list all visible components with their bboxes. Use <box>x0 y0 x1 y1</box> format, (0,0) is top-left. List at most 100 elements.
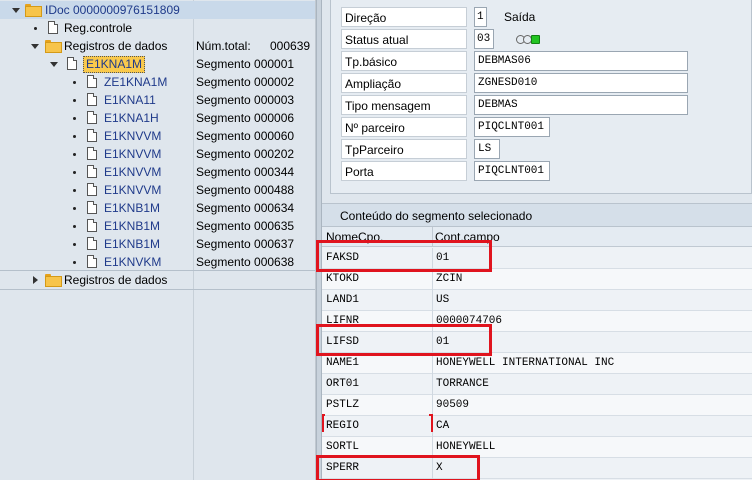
idoc-tree: IDoc 0000000976151809 Reg.controle Regis… <box>0 0 316 480</box>
segment-label: E1KNVVM <box>104 129 162 143</box>
bullet-icon <box>73 171 76 174</box>
bullet-icon <box>73 243 76 246</box>
tree-node-e1kna1m[interactable]: E1KNA1M Segmento 000001 <box>0 55 315 73</box>
table-row[interactable]: NAME1 HONEYWELL INTERNATIONAL INC <box>322 353 752 374</box>
bullet-icon <box>73 81 76 84</box>
bullet-icon <box>34 27 37 30</box>
segment-number: Segmento 000488 <box>196 183 295 197</box>
tree-node-segment[interactable]: E1KNA11 Segmento 000003 <box>0 91 315 109</box>
tree-node-reg-controle[interactable]: Reg.controle <box>0 19 315 37</box>
document-icon <box>87 183 97 196</box>
segment-number: Segmento 000003 <box>196 93 295 107</box>
segment-label: E1KNB1M <box>104 219 161 233</box>
bullet-icon <box>73 225 76 228</box>
status-label: Status atual <box>341 29 467 49</box>
segment-number: Segmento 000634 <box>196 201 295 215</box>
table-row[interactable]: PSTLZ 90509 <box>322 395 752 416</box>
porta-label: Porta <box>341 161 467 181</box>
highlight-sperr <box>316 455 480 480</box>
document-icon <box>67 57 77 70</box>
bullet-icon <box>73 153 76 156</box>
tree-node-segment[interactable]: ZE1KNA1M Segmento 000002 <box>0 73 315 91</box>
segment-label: E1KNB1M <box>104 237 161 251</box>
document-icon <box>87 201 97 214</box>
idoc-header-panel: Direção 1 Saída Status atual 03 Tp.básic… <box>322 0 752 196</box>
parceiro-label: Nº parceiro <box>341 117 467 137</box>
field-name: REGIO <box>326 420 360 432</box>
tree-node-segment[interactable]: E1KNA1H Segmento 000006 <box>0 109 315 127</box>
folder-icon <box>45 274 62 287</box>
tp-basico-field[interactable]: DEBMAS06 <box>474 51 688 71</box>
num-total-value: 000639 <box>270 39 311 53</box>
header-box: Direção 1 Saída Status atual 03 Tp.básic… <box>330 0 752 194</box>
document-icon <box>48 21 58 34</box>
reg-controle-label: Reg.controle <box>64 21 133 35</box>
tree-node-registros-de-dados[interactable]: Registros de dados Núm.total: 000639 <box>0 37 315 55</box>
bullet-icon <box>73 135 76 138</box>
tree-divider <box>0 289 315 290</box>
table-row[interactable]: ORT01 TORRANCE <box>322 374 752 395</box>
segment-number: Segmento 000638 <box>196 255 295 269</box>
registros-label-2: Registros de dados <box>64 273 168 287</box>
tipo-mensagem-label: Tipo mensagem <box>341 95 467 115</box>
field-value: HONEYWELL INTERNATIONAL INC <box>432 353 614 374</box>
status-lights-icon <box>516 35 556 45</box>
segment-number: Segmento 000202 <box>196 147 295 161</box>
direcao-text: Saída <box>504 10 536 24</box>
tree-node-segment[interactable]: E1KNVKM Segmento 000638 <box>0 253 315 271</box>
tree-node-idoc-root[interactable]: IDoc 0000000976151809 <box>0 1 315 19</box>
highlight-regio-corner <box>322 414 325 432</box>
tree-node-segment[interactable]: E1KNB1M Segmento 000635 <box>0 217 315 235</box>
porta-field[interactable]: PIQCLNT001 <box>474 161 550 181</box>
field-value: ZCIN <box>432 269 462 290</box>
tree-node-segment[interactable]: E1KNVVM Segmento 000344 <box>0 163 315 181</box>
bullet-icon <box>73 117 76 120</box>
highlight-faksd <box>316 240 492 272</box>
tree-node-segment[interactable]: E1KNVVM Segmento 000202 <box>0 145 315 163</box>
bullet-icon <box>73 189 76 192</box>
table-row[interactable]: KTOKD ZCIN <box>322 269 752 290</box>
document-icon <box>87 111 97 124</box>
folder-icon <box>45 40 62 53</box>
field-name: KTOKD <box>326 273 360 285</box>
document-icon <box>87 147 97 160</box>
ampliacao-label: Ampliação <box>341 73 467 93</box>
idoc-root-label: IDoc 0000000976151809 <box>45 3 180 17</box>
segment-label: E1KNA1H <box>104 111 159 125</box>
segment-number: Segmento 000001 <box>196 57 295 71</box>
num-total-label: Núm.total: <box>196 39 251 53</box>
registros-label: Registros de dados <box>64 39 168 53</box>
field-name: ORT01 <box>326 378 360 390</box>
segment-label: E1KNVKM <box>104 255 162 269</box>
table-row[interactable]: REGIO CA <box>322 416 752 437</box>
expand-arrow-icon[interactable] <box>12 8 20 13</box>
tp-parceiro-field[interactable]: LS <box>474 139 500 159</box>
tipo-mensagem-field[interactable]: DEBMAS <box>474 95 688 115</box>
segment-label: E1KNVVM <box>104 165 162 179</box>
document-icon <box>87 237 97 250</box>
table-row[interactable]: LAND1 US <box>322 290 752 311</box>
document-icon <box>87 129 97 142</box>
direcao-field[interactable]: 1 <box>474 7 487 27</box>
tree-node-segment[interactable]: E1KNVVM Segmento 000060 <box>0 127 315 145</box>
expand-arrow-icon[interactable] <box>50 62 58 67</box>
collapse-arrow-icon[interactable] <box>33 276 38 284</box>
segment-number: Segmento 000635 <box>196 219 295 233</box>
parceiro-field[interactable]: PIQCLNT001 <box>474 117 550 137</box>
tree-node-segment[interactable]: E1KNB1M Segmento 000634 <box>0 199 315 217</box>
expand-arrow-icon[interactable] <box>31 44 39 49</box>
selected-segment-label[interactable]: E1KNA1M <box>83 56 146 73</box>
field-name: PSTLZ <box>326 399 360 411</box>
ampliacao-field[interactable]: ZGNESD010 <box>474 73 688 93</box>
segment-label: ZE1KNA1M <box>104 75 168 89</box>
field-name: LAND1 <box>326 294 360 306</box>
tree-node-registros-de-dados-2[interactable]: Registros de dados <box>0 271 315 289</box>
field-value: 90509 <box>432 395 469 416</box>
segment-panel-title: Conteúdo do segmento selecionado <box>322 203 752 227</box>
segment-number: Segmento 000637 <box>196 237 295 251</box>
tree-node-segment[interactable]: E1KNVVM Segmento 000488 <box>0 181 315 199</box>
tree-node-segment[interactable]: E1KNB1M Segmento 000637 <box>0 235 315 253</box>
segment-number: Segmento 000344 <box>196 165 295 179</box>
highlight-regio-corner <box>429 414 433 432</box>
status-field[interactable]: 03 <box>474 29 494 49</box>
